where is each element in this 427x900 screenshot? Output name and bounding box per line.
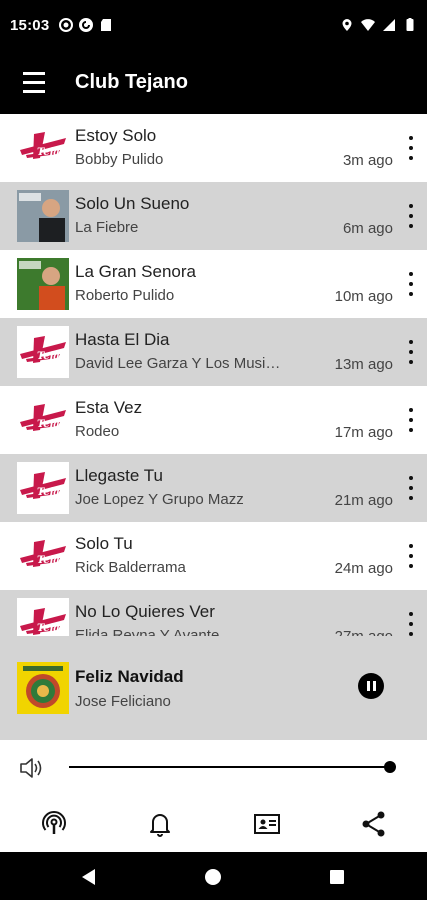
track-title: Llegaste Tu: [75, 466, 163, 485]
now-playing-artist: Jose Feliciano: [75, 692, 171, 710]
bottom-nav: [0, 796, 427, 852]
svg-text:Tejano: Tejano: [37, 419, 69, 430]
more-options-icon[interactable]: [405, 544, 417, 568]
track-row[interactable]: Tejano Estoy Solo Bobby Pulido 3m ago: [0, 114, 427, 182]
track-row[interactable]: Tejano Solo Tu Rick Balderrama 24m ago: [0, 522, 427, 590]
track-row[interactable]: Solo Un Sueno La Fiebre 6m ago: [0, 182, 427, 250]
app-bar: Club Tejano: [0, 50, 427, 114]
track-row[interactable]: Tejano No Lo Quieres Ver Elida Reyna Y A…: [0, 590, 427, 636]
svg-text:Tejano: Tejano: [37, 555, 69, 566]
speaker-icon[interactable]: [19, 756, 45, 780]
album-art: Tejano: [17, 598, 69, 636]
track-artist: Elida Reyna Y Avante: [75, 627, 220, 636]
svg-text:Tejano: Tejano: [37, 623, 69, 634]
contact-card-icon[interactable]: [253, 810, 281, 838]
club-tejano-logo: Tejano: [20, 404, 69, 431]
track-time: 17m ago: [334, 424, 393, 441]
more-options-icon[interactable]: [405, 272, 417, 296]
track-artist: Rick Balderrama: [75, 559, 186, 576]
album-photo: [17, 190, 69, 242]
volume-slider-thumb[interactable]: [384, 761, 396, 773]
share-icon[interactable]: [360, 810, 388, 838]
track-title: La Gran Senora: [75, 262, 196, 281]
track-time: 3m ago: [342, 152, 393, 169]
club-tejano-logo: Tejano: [20, 132, 69, 159]
location-icon: [342, 19, 352, 31]
track-row[interactable]: La Gran Senora Roberto Pulido 10m ago: [0, 250, 427, 318]
status-bar: 15:03: [0, 0, 427, 50]
system-navigation-bar: [0, 852, 427, 900]
album-photo: [17, 258, 69, 310]
status-time: 15:03: [10, 16, 50, 34]
track-artist: Joe Lopez Y Grupo Mazz: [75, 491, 244, 508]
volume-control: [0, 740, 427, 796]
bell-icon[interactable]: [146, 810, 174, 838]
club-tejano-logo: Tejano: [20, 540, 69, 567]
track-time: 6m ago: [342, 220, 393, 237]
album-art: Tejano: [17, 326, 69, 378]
track-title: Solo Un Sueno: [75, 194, 190, 213]
back-icon[interactable]: [78, 866, 100, 888]
track-artist: La Fiebre: [75, 219, 139, 236]
track-row[interactable]: Tejano Esta Vez Rodeo 17m ago: [0, 386, 427, 454]
track-artist: Bobby Pulido: [75, 151, 164, 168]
track-title: Esta Vez: [75, 398, 143, 417]
podcast-icon[interactable]: [40, 810, 68, 838]
pause-icon[interactable]: [358, 673, 384, 699]
more-options-icon[interactable]: [405, 408, 417, 432]
track-time: 24m ago: [334, 560, 393, 577]
hamburger-menu-icon[interactable]: [0, 50, 60, 114]
track-time: 13m ago: [334, 356, 393, 373]
album-art: Tejano: [17, 462, 69, 514]
track-artist: Roberto Pulido: [75, 287, 175, 304]
track-artist: David Lee Garza Y Los Musi…: [75, 355, 281, 372]
battery-icon: [406, 18, 414, 31]
track-title: Estoy Solo: [75, 126, 157, 145]
club-tejano-logo: Tejano: [20, 336, 69, 363]
now-playing-bar[interactable]: Feliz Navidad Jose Feliciano: [0, 636, 427, 740]
svg-text:Tejano: Tejano: [37, 351, 69, 362]
track-time: 10m ago: [334, 288, 393, 305]
track-artist: Rodeo: [75, 423, 120, 440]
album-art: [17, 190, 69, 242]
album-art: [17, 258, 69, 310]
track-title: No Lo Quieres Ver: [75, 602, 215, 621]
track-time: 21m ago: [334, 492, 393, 509]
recents-icon[interactable]: [326, 866, 348, 888]
svg-text:Tejano: Tejano: [37, 487, 69, 498]
track-title: Hasta El Dia: [75, 330, 170, 349]
svg-text:Tejano: Tejano: [37, 147, 69, 158]
now-playing-album-art: [17, 662, 69, 714]
track-row[interactable]: Tejano Hasta El Dia David Lee Garza Y Lo…: [0, 318, 427, 386]
wifi-icon: [361, 19, 375, 31]
recent-tracks-list[interactable]: Tejano Estoy Solo Bobby Pulido 3m ago So…: [0, 114, 427, 636]
more-options-icon[interactable]: [405, 204, 417, 228]
album-art: Tejano: [17, 530, 69, 582]
more-options-icon[interactable]: [405, 612, 417, 636]
more-options-icon[interactable]: [405, 136, 417, 160]
album-art: Tejano: [17, 122, 69, 174]
record-icon: [59, 18, 74, 32]
track-time: 27m ago: [335, 628, 393, 636]
more-options-icon[interactable]: [405, 340, 417, 364]
now-playing-title: Feliz Navidad: [75, 666, 184, 686]
signal-icon: [383, 19, 395, 31]
pocket-casts-icon: [79, 18, 94, 32]
track-title: Solo Tu: [75, 534, 133, 553]
more-options-icon[interactable]: [405, 476, 417, 500]
track-row[interactable]: Tejano Llegaste Tu Joe Lopez Y Grupo Maz…: [0, 454, 427, 522]
volume-slider[interactable]: [69, 766, 391, 768]
club-tejano-logo: Tejano: [20, 608, 69, 635]
club-tejano-logo: Tejano: [20, 472, 69, 499]
album-art: Tejano: [17, 394, 69, 446]
page-title: Club Tejano: [75, 70, 188, 93]
home-icon[interactable]: [202, 866, 224, 888]
sd-card-icon: [101, 19, 112, 31]
